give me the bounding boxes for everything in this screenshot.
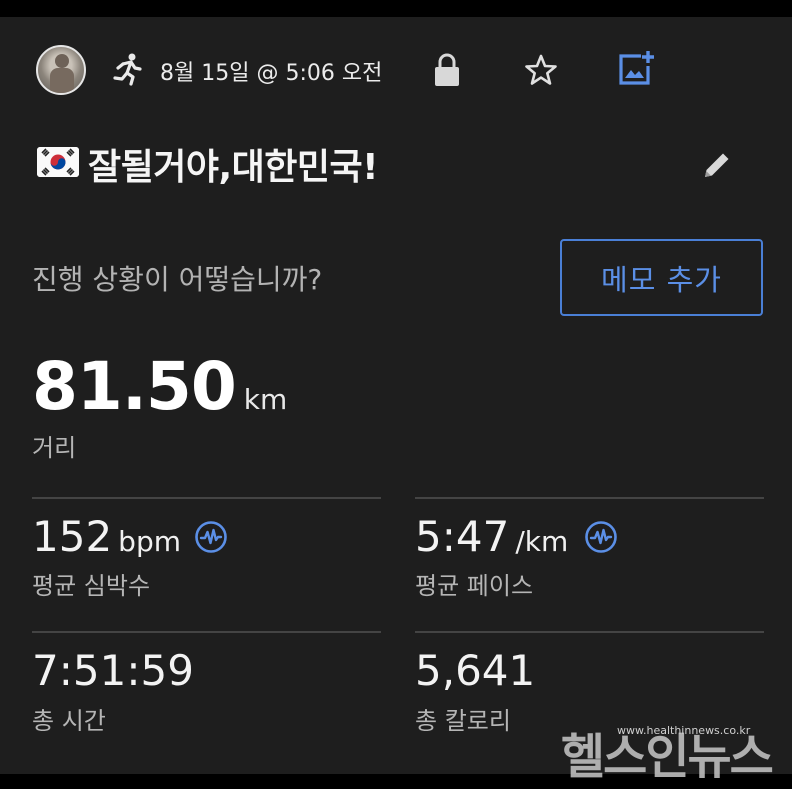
heart-rate-graph-icon[interactable] <box>194 520 228 554</box>
distance-unit: km <box>243 383 288 416</box>
calories-value: 5,641 <box>415 646 536 695</box>
avatar[interactable] <box>36 45 86 95</box>
activity-title: 잘될거야,대한민국! <box>88 147 379 188</box>
pace-stat: 5:47/km <box>415 512 568 561</box>
add-memo-button[interactable]: 메모 추가 <box>560 239 763 316</box>
heart-rate-value: 152 <box>32 512 113 561</box>
total-time-stat: 7:51:59 <box>32 646 194 695</box>
progress-question: 진행 상황이 어떻습니까? <box>32 263 323 296</box>
south-korea-flag-icon <box>37 147 79 177</box>
pace-value: 5:47 <box>415 512 510 561</box>
calories-label: 총 칼로리 <box>415 707 511 735</box>
divider <box>415 497 764 499</box>
heart-rate-stat: 152 bpm <box>32 512 181 561</box>
pencil-icon[interactable] <box>700 148 734 182</box>
distance-value: 81.50 <box>32 348 237 425</box>
divider <box>32 497 381 499</box>
pace-label: 평균 페이스 <box>415 572 534 600</box>
calories-stat: 5,641 <box>415 646 535 695</box>
heart-rate-unit: bpm <box>118 525 181 558</box>
distance-display: 81.50 km <box>32 348 287 425</box>
divider <box>32 631 381 633</box>
total-time-label: 총 시간 <box>32 707 106 735</box>
watermark-url: www.healthinnews.co.kr <box>617 724 751 737</box>
total-time-value: 7:51:59 <box>32 646 194 695</box>
pace-graph-icon[interactable] <box>584 520 618 554</box>
lock-icon[interactable] <box>432 53 462 87</box>
divider <box>415 631 764 633</box>
add-photo-icon[interactable] <box>617 49 657 87</box>
heart-rate-label: 평균 심박수 <box>32 572 151 600</box>
distance-label: 거리 <box>32 434 77 462</box>
star-icon[interactable] <box>524 53 558 87</box>
activity-date: 8월 15일 @ 5:06 오전 <box>160 61 383 86</box>
running-person-icon <box>113 53 142 86</box>
pace-unit: /km <box>515 525 569 558</box>
